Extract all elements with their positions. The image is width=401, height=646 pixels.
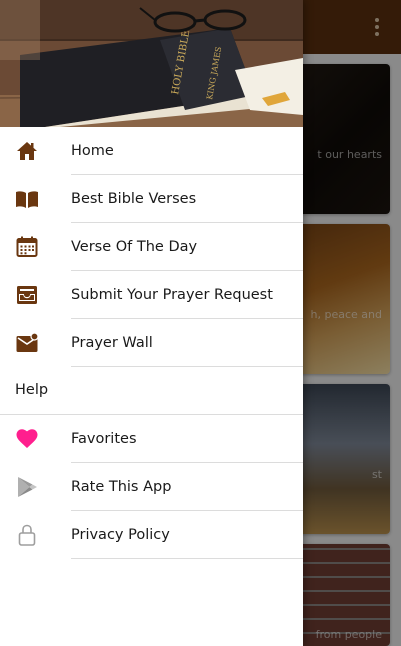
menu-item-favorites[interactable]: Favorites bbox=[0, 415, 303, 463]
home-icon bbox=[15, 139, 39, 163]
menu-item-label: Favorites bbox=[71, 431, 137, 447]
bible-and-glasses-photo: HOLY BIBLE KING JAMES bbox=[0, 0, 303, 127]
play-store-icon bbox=[15, 475, 39, 499]
calendar-icon bbox=[15, 235, 39, 259]
menu-item-prayer-wall[interactable]: Prayer Wall bbox=[0, 319, 303, 367]
section-title: Help bbox=[15, 382, 49, 398]
drawer-help-menu: Favorites Rate This App Privacy Policy bbox=[0, 415, 303, 559]
menu-item-label: Home bbox=[71, 143, 114, 159]
mail-icon bbox=[15, 331, 39, 355]
menu-item-home[interactable]: Home bbox=[0, 127, 303, 175]
menu-item-best-bible-verses[interactable]: Best Bible Verses bbox=[0, 175, 303, 223]
drawer-main-menu: Home Best Bible Verses Verse Of The Day bbox=[0, 127, 303, 367]
menu-item-label: Privacy Policy bbox=[71, 527, 170, 543]
menu-item-rate-this-app[interactable]: Rate This App bbox=[0, 463, 303, 511]
menu-item-label: Rate This App bbox=[71, 479, 172, 495]
menu-item-label: Best Bible Verses bbox=[71, 191, 197, 207]
menu-item-verse-of-the-day[interactable]: Verse Of The Day bbox=[0, 223, 303, 271]
divider bbox=[71, 558, 303, 559]
app-screen: t our hearts h, peace and st from people… bbox=[0, 0, 401, 646]
menu-item-label: Prayer Wall bbox=[71, 335, 153, 351]
book-icon bbox=[15, 187, 39, 211]
navigation-drawer: HOLY BIBLE KING JAMES Home Best Bible Ve… bbox=[0, 0, 303, 646]
drawer-header-image: HOLY BIBLE KING JAMES bbox=[0, 0, 303, 127]
heart-icon bbox=[15, 427, 39, 451]
menu-item-label: Submit Your Prayer Request bbox=[71, 287, 273, 303]
lock-icon bbox=[15, 523, 39, 547]
inbox-icon bbox=[15, 283, 39, 307]
help-section-header: Help bbox=[0, 367, 303, 415]
menu-item-submit-prayer-request[interactable]: Submit Your Prayer Request bbox=[0, 271, 303, 319]
menu-item-label: Verse Of The Day bbox=[71, 239, 198, 255]
menu-item-privacy-policy[interactable]: Privacy Policy bbox=[0, 511, 303, 559]
